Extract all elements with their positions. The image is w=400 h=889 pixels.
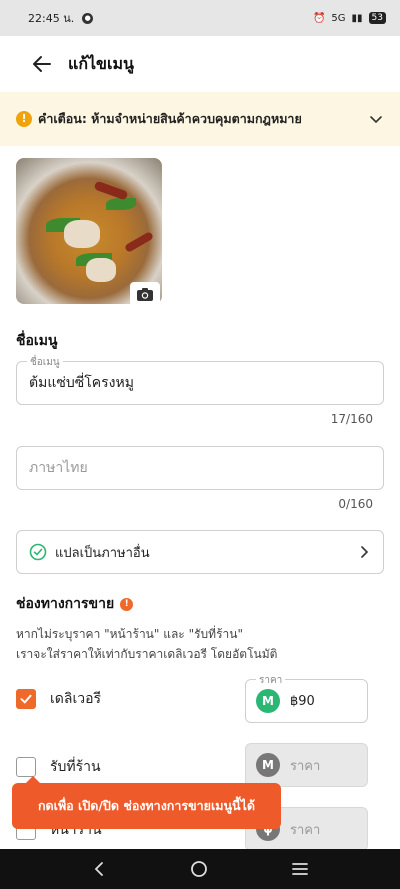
menu-name-value: ต้มแซ่บซี่โครงหมู bbox=[29, 375, 134, 391]
thai-name-counter: 0/160 bbox=[338, 497, 373, 511]
photo-detail bbox=[93, 180, 129, 201]
dine-in-price-placeholder: ราคา bbox=[290, 822, 321, 838]
battery-icon: 53 bbox=[368, 12, 386, 24]
warning-text: คำเตือน: ห้ามจำหน่ายสินค้าควบคุมตามกฎหมา… bbox=[38, 111, 302, 126]
app-header: แก้ไขเมนู bbox=[0, 36, 400, 92]
thai-name-placeholder: ภาษาไทย bbox=[29, 460, 88, 476]
chevron-right-icon bbox=[361, 546, 369, 558]
photo-detail bbox=[124, 231, 154, 253]
nav-recents-icon[interactable] bbox=[291, 861, 309, 877]
shopping-bag-icon: M bbox=[256, 753, 280, 777]
nav-home-icon[interactable] bbox=[190, 860, 208, 878]
check-circle-icon bbox=[29, 543, 47, 561]
sales-channel-title: ช่องทางการขาย! bbox=[16, 593, 134, 615]
delivery-price-value: ฿90 bbox=[290, 693, 315, 709]
sales-channel-title-text: ช่องทางการขาย bbox=[16, 596, 115, 612]
network-label: 5G bbox=[331, 12, 346, 24]
photo-detail bbox=[86, 258, 116, 282]
thai-name-input[interactable]: ภาษาไทย bbox=[16, 446, 384, 490]
menu-name-title: ชื่อเมนู bbox=[16, 333, 58, 349]
warning-banner[interactable]: ! คำเตือน: ห้ามจำหน่ายสินค้าควบคุมตามกฎห… bbox=[0, 92, 400, 146]
menu-name-label: ชื่อเมนู bbox=[27, 355, 63, 370]
pickup-checkbox[interactable] bbox=[16, 757, 36, 777]
camera-icon bbox=[137, 287, 153, 301]
status-indicators: ⏰ 5G ▮▮ 53 bbox=[313, 12, 386, 24]
photo-detail bbox=[106, 198, 136, 210]
sales-channel-hint: หากไม่ระบุราคา "หน้าร้าน" และ "รับที่ร้า… bbox=[16, 624, 384, 664]
hint-line-1: หากไม่ระบุราคา "หน้าร้าน" และ "รับที่ร้า… bbox=[16, 627, 243, 641]
pickup-price-placeholder: ราคา bbox=[290, 758, 321, 774]
photo-detail bbox=[64, 220, 100, 248]
change-photo-button[interactable] bbox=[130, 282, 160, 306]
hint-line-2: เราจะใส่ราคาให้เท่ากับราคาเดลิเวอรี โดยอ… bbox=[16, 647, 278, 661]
delivery-checkbox[interactable] bbox=[16, 689, 36, 709]
channel-tooltip[interactable]: กดเพื่อ เปิด/ปิด ช่องทางการขายเมนูนี้ได้ bbox=[12, 776, 281, 829]
alarm-icon: ⏰ bbox=[312, 12, 326, 24]
system-nav-bar bbox=[0, 849, 400, 889]
app-notification-icon: ● bbox=[82, 12, 94, 24]
translate-button[interactable]: แปลเป็นภาษาอื่น bbox=[16, 530, 384, 574]
delivery-label: เดลิเวอรี bbox=[50, 691, 102, 707]
info-icon[interactable]: ! bbox=[120, 597, 134, 611]
delivery-price-input[interactable]: ราคา M ฿90 bbox=[245, 673, 368, 723]
nav-back-icon[interactable] bbox=[91, 861, 107, 877]
menu-name-counter: 17/160 bbox=[330, 412, 373, 426]
pickup-price-input[interactable]: M ราคา bbox=[245, 743, 368, 787]
chevron-down-icon[interactable] bbox=[368, 111, 384, 127]
translate-label: แปลเป็นภาษาอื่น bbox=[55, 545, 150, 561]
delivery-price-label: ราคา bbox=[256, 673, 286, 688]
check-icon bbox=[20, 694, 32, 704]
back-button[interactable] bbox=[22, 44, 62, 84]
page-title: แก้ไขเมนู bbox=[68, 53, 134, 73]
lineman-icon: M bbox=[256, 689, 280, 713]
pickup-label: รับที่ร้าน bbox=[50, 759, 101, 775]
signal-icon: ▮▮ bbox=[351, 12, 363, 24]
status-time: 22:45 น. bbox=[28, 12, 75, 25]
arrow-left-icon bbox=[33, 56, 51, 72]
warning-icon: ! bbox=[16, 111, 32, 127]
menu-name-input[interactable]: ชื่อเมนู ต้มแซ่บซี่โครงหมู bbox=[16, 355, 384, 405]
status-bar: 22:45 น. ● ⏰ 5G ▮▮ 53 bbox=[0, 0, 400, 36]
